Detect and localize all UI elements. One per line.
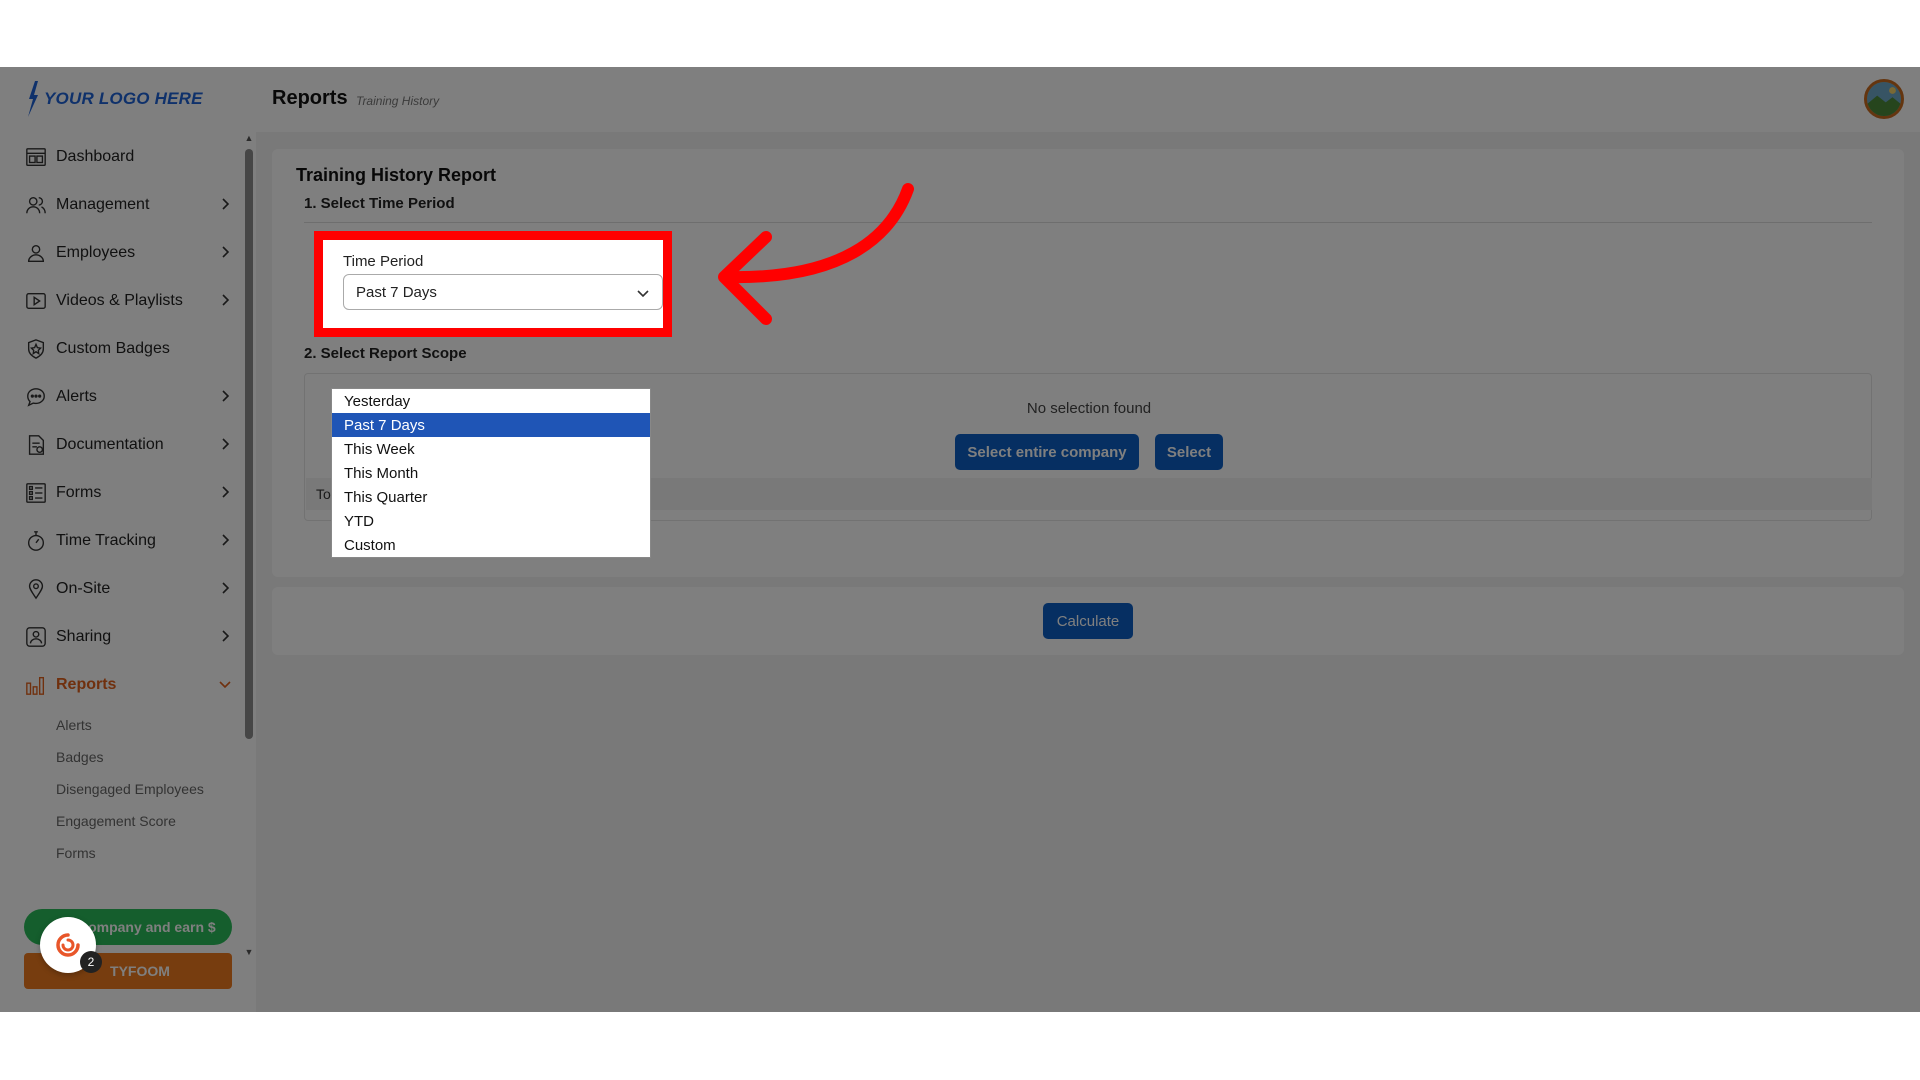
time-period-value: Past 7 Days [356, 283, 437, 301]
chevron-down-icon [637, 290, 649, 298]
time-period-label: Time Period [343, 253, 424, 270]
dropdown-option[interactable]: Custom [332, 533, 650, 557]
dropdown-option-selected[interactable]: Past 7 Days [332, 413, 650, 437]
dropdown-option[interactable]: This Month [332, 461, 650, 485]
app-window: YOUR LOGO HERE Dashboard Management Empl… [0, 67, 1920, 1012]
time-period-select[interactable]: Past 7 Days [343, 274, 663, 310]
dropdown-option[interactable]: YTD [332, 509, 650, 533]
annotation-arrow-icon [718, 183, 914, 325]
dropdown-option[interactable]: This Quarter [332, 485, 650, 509]
dim-overlay [0, 67, 1920, 1012]
chat-logo-icon [56, 933, 80, 957]
time-period-dropdown-list[interactable]: Yesterday Past 7 Days This Week This Mon… [331, 388, 651, 558]
dropdown-option[interactable]: Yesterday [332, 389, 650, 413]
chat-notification-badge: 2 [80, 951, 102, 973]
highlight-box: Time Period Past 7 Days [314, 231, 672, 337]
dropdown-option[interactable]: This Week [332, 437, 650, 461]
